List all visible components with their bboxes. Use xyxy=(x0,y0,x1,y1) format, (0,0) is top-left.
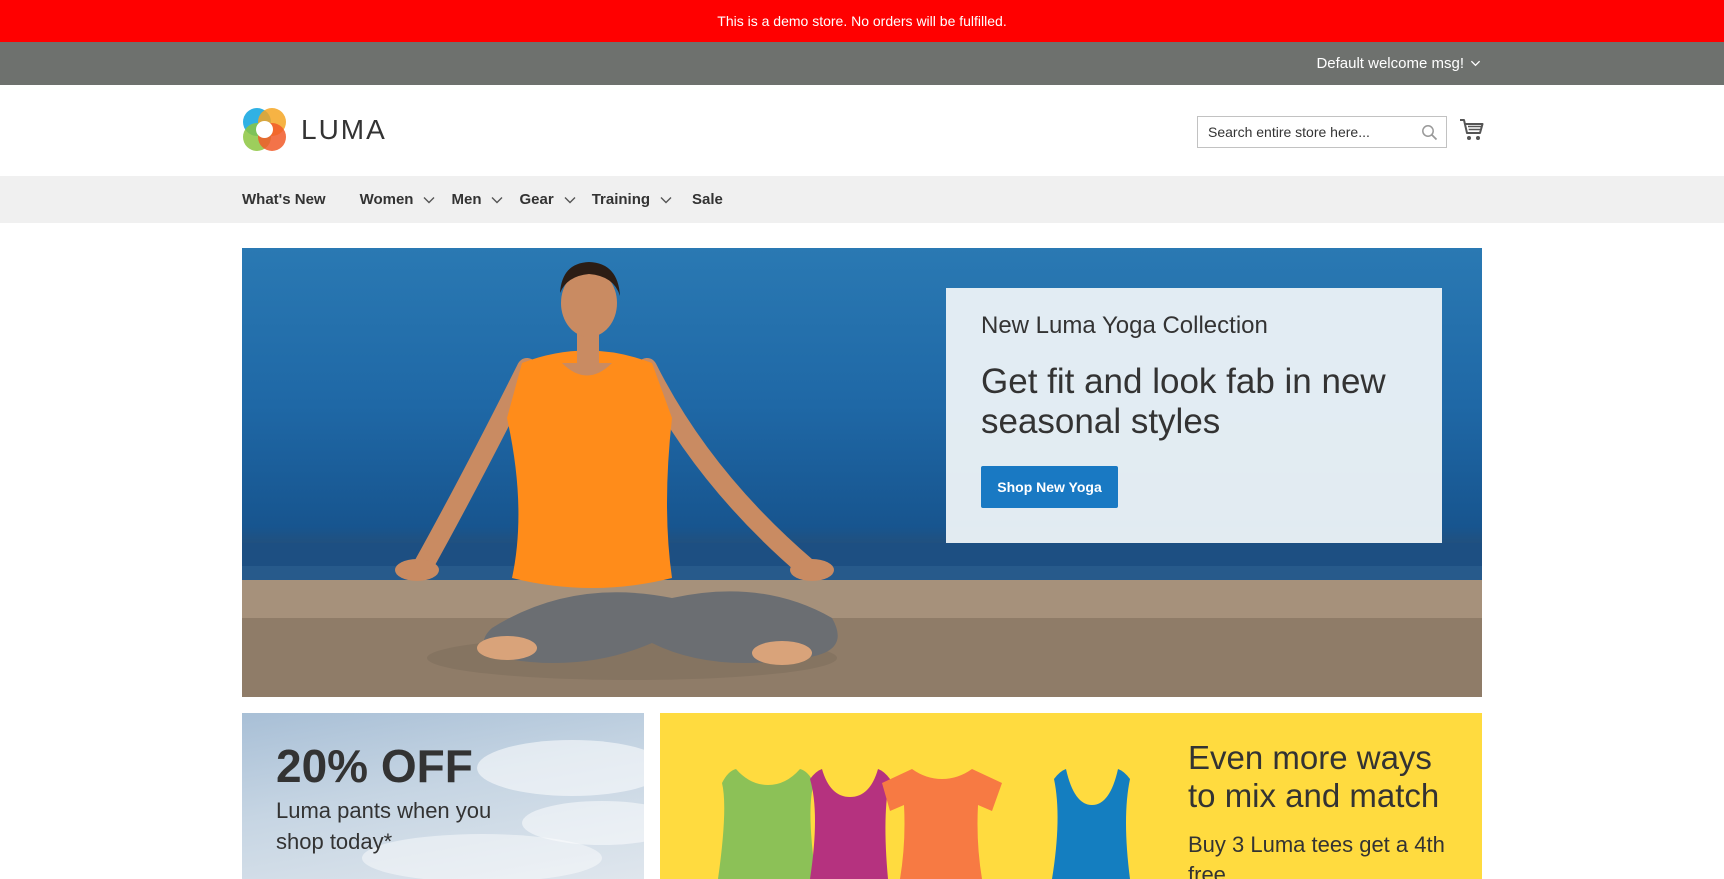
luma-logo-icon xyxy=(243,108,286,151)
chevron-down-icon xyxy=(423,196,435,203)
store-logo[interactable]: LUMA xyxy=(242,107,387,152)
promo-tees-block[interactable]: Even more ways to mix and match Buy 3 Lu… xyxy=(660,713,1482,879)
nav-item-training[interactable]: Training xyxy=(592,191,672,208)
welcome-text: Default welcome msg! xyxy=(1316,55,1464,72)
search-input[interactable] xyxy=(1198,117,1446,147)
nav-item-label: Women xyxy=(359,191,414,208)
promo-discount: 20% OFF xyxy=(276,740,473,792)
hero-content-box: New Luma Yoga Collection Get fit and loo… xyxy=(946,288,1442,543)
nav-item-label: Training xyxy=(591,191,651,208)
chevron-down-icon xyxy=(491,196,503,203)
shop-new-yoga-button[interactable]: Shop New Yoga xyxy=(981,466,1118,508)
header-panel: Default welcome msg! xyxy=(0,42,1724,85)
chevron-down-icon xyxy=(660,196,672,203)
nav-item-men[interactable]: Men xyxy=(451,191,503,208)
site-header: LUMA xyxy=(0,85,1724,176)
cart-icon[interactable] xyxy=(1459,118,1484,142)
chevron-down-icon xyxy=(1470,60,1481,67)
hero-title: Get fit and look fab in new seasonal sty… xyxy=(981,362,1386,441)
search-icon[interactable] xyxy=(1421,124,1438,141)
demo-notice-text: This is a demo store. No orders will be … xyxy=(717,13,1007,29)
nav-item-women[interactable]: Women xyxy=(360,191,436,208)
logo-text: LUMA xyxy=(301,113,387,145)
nav-item-gear[interactable]: Gear xyxy=(519,191,576,208)
welcome-dropdown[interactable]: Default welcome msg! xyxy=(1316,42,1481,85)
hero-kicker: New Luma Yoga Collection xyxy=(981,312,1268,339)
chevron-down-icon xyxy=(564,196,576,203)
nav-item-label: Gear xyxy=(519,191,554,208)
promo-pants-block[interactable]: 20% OFF Luma pants when you shop today* xyxy=(242,713,644,879)
main-navigation: What's New Women Men Gear Training Sale xyxy=(0,176,1724,223)
nav-item-label: Sale xyxy=(692,191,723,208)
nav-item-whats-new[interactable]: What's New xyxy=(242,191,326,208)
demo-notice-bar: This is a demo store. No orders will be … xyxy=(0,0,1724,42)
nav-item-sale[interactable]: Sale xyxy=(692,191,723,208)
nav-item-label: What's New xyxy=(242,191,326,208)
promo-tees-headline: Even more ways to mix and match xyxy=(1188,739,1440,814)
promo-tees-text: Buy 3 Luma tees get a 4th free xyxy=(1188,832,1445,879)
search-box xyxy=(1197,116,1447,148)
promo-pants-text: Luma pants when you shop today* xyxy=(276,798,492,854)
nav-item-label: Men xyxy=(451,191,482,208)
